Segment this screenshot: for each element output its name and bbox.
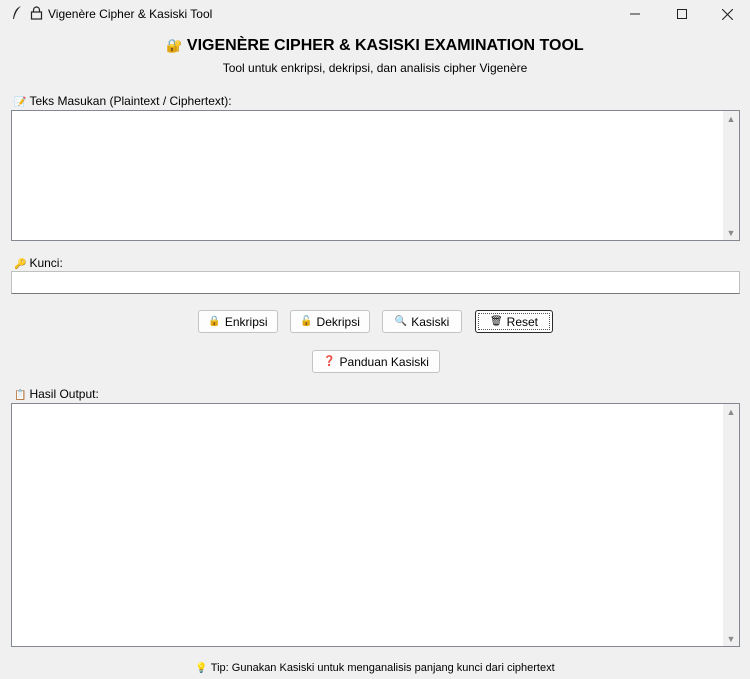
- encrypt-label: Enkripsi: [224, 314, 268, 329]
- guide-label: Panduan Kasiski: [339, 354, 429, 369]
- clipboard-icon: 📋: [14, 390, 27, 401]
- output-textarea[interactable]: ▲ ▼: [11, 403, 740, 647]
- key-label-text: Kunci:: [29, 256, 63, 270]
- reset-label: Reset: [506, 314, 539, 329]
- output-label: 📋 Hasil Output:: [14, 387, 99, 401]
- title-bar: Vigenère Cipher & Kasiski Tool: [0, 0, 750, 28]
- decrypt-button[interactable]: 🔓 Dekripsi: [290, 310, 370, 333]
- memo-icon: 📝: [14, 97, 27, 108]
- lock-icon: 🔒: [208, 316, 221, 327]
- scroll-down-icon[interactable]: ▼: [723, 634, 739, 644]
- scroll-up-icon[interactable]: ▲: [723, 407, 739, 417]
- question-icon: ❓: [323, 356, 336, 367]
- page-title-text: VIGENÈRE CIPHER & KASISKI EXAMINATION TO…: [186, 37, 584, 54]
- feather-icon: [12, 6, 22, 23]
- kasiski-guide-button[interactable]: ❓ Panduan Kasiski: [312, 350, 440, 373]
- window-title: Vigenère Cipher & Kasiski Tool: [48, 7, 213, 21]
- key-icon: 🔑: [14, 259, 27, 270]
- close-button[interactable]: [704, 0, 750, 28]
- tip-text: 💡 Tip: Gunakan Kasiski untuk menganalisis…: [0, 662, 750, 674]
- page-subtitle: Tool untuk enkripsi, dekripsi, dan anali…: [222, 61, 528, 75]
- key-input[interactable]: [11, 271, 740, 294]
- lock-icon: 🔐: [166, 38, 183, 53]
- key-label: 🔑 Kunci:: [14, 256, 63, 270]
- output-scrollbar[interactable]: ▲ ▼: [723, 404, 739, 646]
- maximize-button[interactable]: [659, 0, 705, 28]
- input-label: 📝 Teks Masukan (Plaintext / Ciphertext):: [14, 94, 232, 108]
- minimize-button[interactable]: [612, 0, 658, 28]
- trash-icon: 🗑: [489, 316, 503, 327]
- decrypt-label: Dekripsi: [316, 314, 360, 329]
- scroll-up-icon[interactable]: ▲: [723, 114, 739, 124]
- encrypt-button[interactable]: 🔒 Enkripsi: [198, 310, 278, 333]
- output-label-text: Hasil Output:: [29, 387, 99, 401]
- kasiski-button[interactable]: 🔍 Kasiski: [382, 310, 462, 333]
- input-textarea[interactable]: ▲ ▼: [11, 110, 740, 241]
- scroll-down-icon[interactable]: ▼: [723, 228, 739, 238]
- input-scrollbar[interactable]: ▲ ▼: [723, 111, 739, 240]
- magnifier-icon: 🔍: [394, 316, 408, 327]
- tip-label: Tip: Gunakan Kasiski untuk menganalisis …: [210, 662, 555, 674]
- input-label-text: Teks Masukan (Plaintext / Ciphertext):: [29, 94, 232, 108]
- lightbulb-icon: 💡: [195, 663, 208, 674]
- unlock-icon: 🔓: [300, 316, 313, 327]
- page-title: 🔐 VIGENÈRE CIPHER & KASISKI EXAMINATION …: [0, 37, 750, 55]
- reset-button[interactable]: 🗑 Reset: [475, 310, 553, 333]
- lock-icon: [30, 6, 43, 23]
- kasiski-label: Kasiski: [411, 314, 450, 329]
